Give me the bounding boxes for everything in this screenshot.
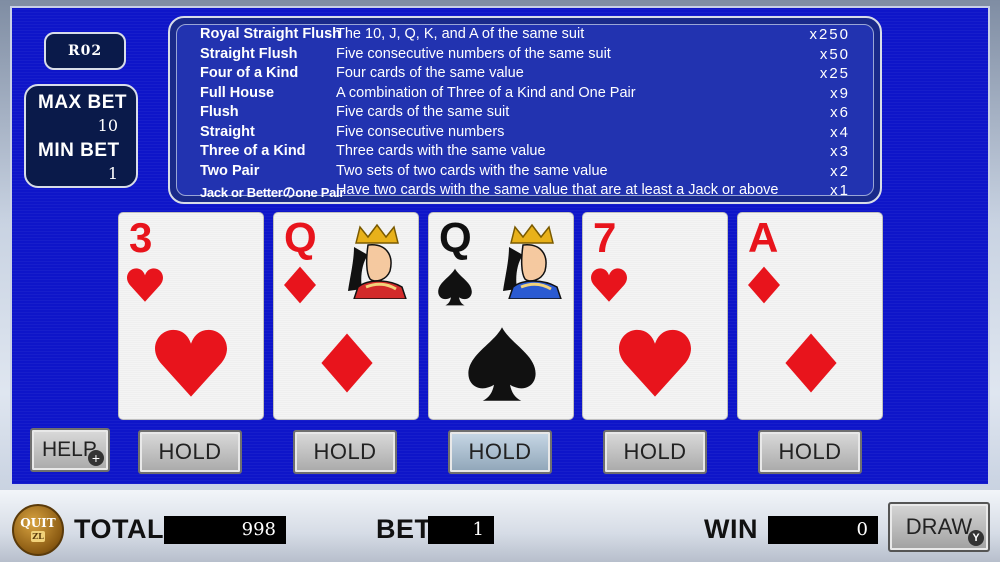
win-value: 0: [768, 516, 878, 544]
hand-description: Two sets of two cards with the same valu…: [336, 162, 608, 179]
min-bet-label: MIN BET: [38, 140, 120, 161]
max-bet-label: MAX BET: [38, 92, 127, 113]
payout-multiplier: x25: [819, 65, 850, 82]
queen-portrait-icon: [503, 223, 562, 299]
hand-description: Five cards of the same suit: [336, 104, 510, 120]
bet-label: BET: [376, 514, 432, 544]
payout-multiplier: x2: [830, 162, 850, 180]
card-2[interactable]: Q: [273, 212, 419, 420]
hand-name: Royal Straight Flush: [200, 26, 341, 42]
heart-icon: [127, 268, 163, 302]
spade-icon: [468, 327, 536, 401]
help-button[interactable]: HELP +: [30, 428, 110, 472]
quit-label: QUIT: [20, 516, 56, 530]
plus-icon: +: [88, 450, 104, 466]
paytable-row: Three of a Kind Three cards with the sam…: [200, 143, 850, 162]
payout-multiplier: x4: [830, 123, 850, 141]
quit-button[interactable]: QUIT ZL: [12, 504, 64, 556]
diamond-icon: [284, 266, 316, 304]
hold-button-5[interactable]: HOLD: [758, 430, 862, 474]
heart-icon: [619, 329, 691, 397]
total-value: 998: [164, 516, 286, 544]
min-bet-value: 1: [107, 164, 118, 183]
total-label: TOTAL: [74, 514, 164, 544]
hand-name: Two Pair: [200, 162, 260, 179]
spade-icon: [438, 268, 472, 306]
round-indicator: R02: [44, 32, 126, 70]
hand-name: Three of a Kind: [200, 143, 306, 159]
paytable-row: Jack or Betterのone Pair Have two cards w…: [200, 182, 850, 201]
card-rank: 7: [593, 214, 617, 261]
card-rank: A: [748, 214, 779, 261]
payout-multiplier: x1: [830, 182, 850, 199]
paytable-row: Flush Five cards of the same suit x6: [200, 104, 850, 123]
payout-multiplier: x3: [830, 143, 850, 160]
draw-button[interactable]: DRAW Y: [888, 502, 990, 552]
bet-value: 1: [428, 516, 494, 544]
hand-name: Straight Flush: [200, 45, 298, 62]
card-rank: 3: [129, 214, 153, 261]
card-4[interactable]: 7: [582, 212, 728, 420]
draw-label: DRAW: [905, 514, 973, 539]
payout-multiplier: x6: [830, 104, 850, 121]
y-button-icon: Y: [968, 530, 984, 546]
paytable-row: Full House A combination of Three of a K…: [200, 85, 850, 104]
win-label: WIN: [704, 514, 758, 544]
hand-name: Flush: [200, 104, 239, 120]
hold-button-4[interactable]: HOLD: [603, 430, 707, 474]
diamond-icon: [785, 333, 837, 393]
diamond-icon: [321, 333, 373, 393]
paytable-row: Royal Straight Flush The 10, J, Q, K, an…: [200, 26, 850, 45]
hand-description: Four cards of the same value: [336, 65, 524, 81]
payout-multiplier: x9: [830, 84, 850, 102]
card-3[interactable]: Q: [428, 212, 574, 420]
hand-description: Five consecutive numbers of the same sui…: [336, 45, 611, 62]
zl-button-icon: ZL: [31, 531, 45, 542]
hold-button-3[interactable]: HOLD: [448, 430, 552, 474]
hand-description: Three cards with the same value: [336, 143, 546, 159]
paytable: Royal Straight Flush The 10, J, Q, K, an…: [168, 16, 882, 204]
payout-multiplier: x250: [809, 26, 850, 43]
card-rank: Q: [284, 214, 317, 261]
max-bet-value: 10: [97, 116, 118, 135]
heart-icon: [155, 329, 227, 397]
hold-button-2[interactable]: HOLD: [293, 430, 397, 474]
diamond-icon: [748, 266, 780, 304]
hold-label: HOLD: [778, 439, 842, 464]
paytable-row: Four of a Kind Four cards of the same va…: [200, 65, 850, 84]
paytable-row: Straight Five consecutive numbers x4: [200, 124, 850, 143]
hold-button-1[interactable]: HOLD: [138, 430, 242, 474]
hand-description: A combination of Three of a Kind and One…: [336, 84, 636, 101]
hand-description: Five consecutive numbers: [336, 123, 505, 140]
hold-label: HOLD: [313, 439, 377, 464]
payout-multiplier: x50: [819, 45, 850, 63]
hold-label: HOLD: [158, 439, 222, 464]
heart-icon: [591, 268, 627, 302]
card-1[interactable]: 3: [118, 212, 264, 420]
hold-label: HOLD: [623, 439, 687, 464]
hand-name: Full House: [200, 84, 275, 101]
round-label: R02: [67, 43, 103, 59]
paytable-row: Two Pair Two sets of two cards with the …: [200, 163, 850, 182]
card-rank: Q: [439, 214, 472, 261]
card-5[interactable]: A: [737, 212, 883, 420]
hand-name: Four of a Kind: [200, 65, 299, 81]
hand-name: Jack or Betterのone Pair: [200, 185, 345, 200]
bet-limits-panel: MAX BET 10 MIN BET 1: [24, 84, 138, 188]
hand-description: Have two cards with the same value that …: [336, 182, 779, 198]
paytable-row: Straight Flush Five consecutive numbers …: [200, 46, 850, 65]
hand-name: Straight: [200, 123, 255, 140]
hand-description: The 10, J, Q, K, and A of the same suit: [336, 26, 585, 42]
queen-portrait-icon: [348, 223, 407, 299]
hold-label: HOLD: [468, 439, 532, 464]
